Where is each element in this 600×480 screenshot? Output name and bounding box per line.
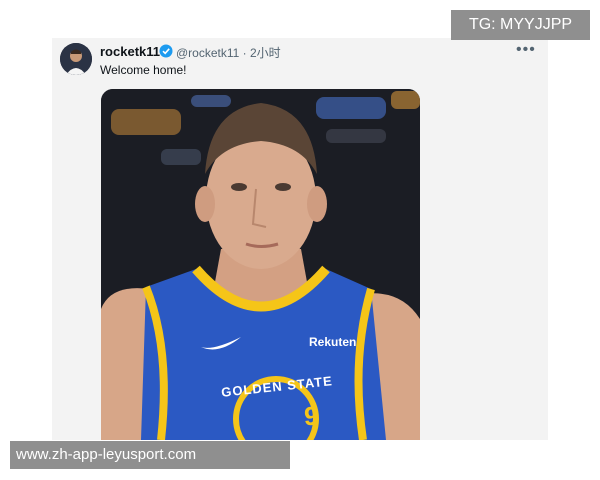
handle-and-time[interactable]: @rocketk11 · 2小时 (176, 44, 281, 61)
display-name[interactable]: rocketk11 (100, 44, 160, 59)
verified-badge-icon (159, 44, 173, 58)
tweet-photo[interactable]: Rekuten GOLDEN STATE 9 (101, 89, 420, 440)
watermark-bottom-left: www.zh-app-leyusport.com (10, 441, 290, 469)
watermark-top-right: TG: MYYJJPP (451, 10, 590, 40)
jersey-number: 9 (304, 401, 319, 431)
avatar[interactable] (60, 43, 92, 75)
more-dots-icon[interactable]: ••• (516, 41, 536, 59)
tweet-text: Welcome home! (100, 63, 187, 77)
jersey-sponsor: Rekuten (309, 335, 357, 349)
